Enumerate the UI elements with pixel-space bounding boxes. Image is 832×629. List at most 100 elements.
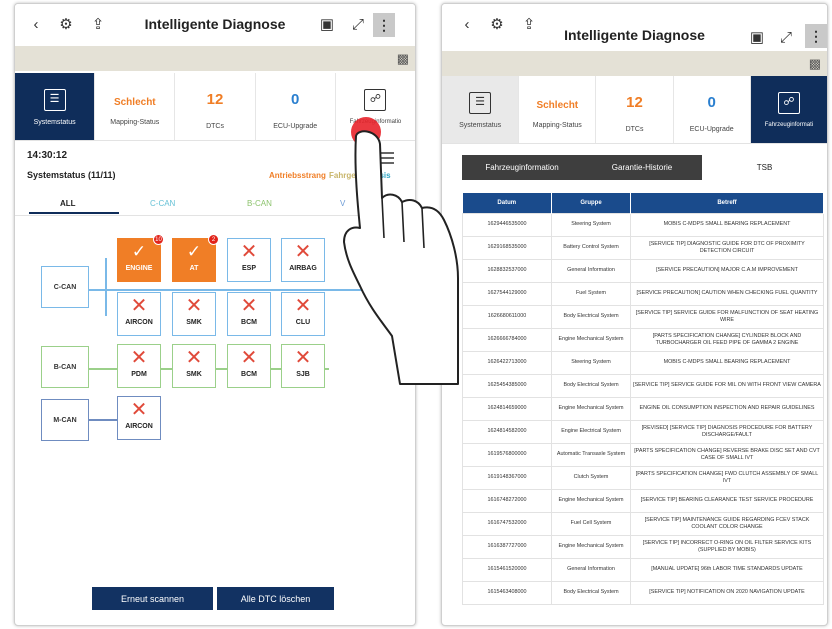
rescan-button[interactable]: Erneut scannen: [92, 587, 213, 610]
checklist-icon: ☰: [469, 92, 492, 114]
tab-v-can[interactable]: V: [340, 199, 345, 208]
checklist-icon: ☰: [43, 89, 66, 111]
bus-c-can: C-CAN: [41, 266, 89, 308]
table-row[interactable]: 1625454385000 Body Electrical System [SERV…: [462, 373, 824, 398]
ecu-smk-b[interactable]: ✕ SMK: [172, 344, 216, 388]
table-row[interactable]: 1624814582000 Engine Electrical System [RE…: [462, 419, 824, 444]
cross-icon: ✕: [130, 399, 148, 421]
tile-systemstatus[interactable]: ☰ Systemstatus: [15, 73, 96, 140]
fullscreen-icon[interactable]: ⤢: [775, 26, 797, 48]
tile-value: 0: [291, 91, 300, 108]
column-header-date[interactable]: Datum: [462, 193, 552, 213]
vehicle-band: ▩: [15, 46, 415, 71]
table-row[interactable]: 1628832537000 General Information [SERVICE…: [462, 258, 824, 283]
table-row[interactable]: 1626680611000 Body Electrical System [SERV…: [462, 304, 824, 329]
tile-label: Fahrzeuginformati: [764, 122, 814, 128]
top-bar: ‹ ⚙ ⇪ Intelligente Diagnose ▣ ⤢ ⋮: [442, 4, 827, 48]
tile-dtcs[interactable]: 12 DTCs: [596, 76, 674, 143]
cell-subject: [SERVICE TIP] NOTIFICATION ON 2020 NAVIG…: [630, 580, 824, 605]
tab-all[interactable]: ALL: [60, 199, 76, 208]
tile-systemstatus[interactable]: ☰ Systemstatus: [442, 76, 520, 143]
tile-value: 12: [626, 94, 643, 111]
cell-subject: [PARTS SPECIFICATION CHANGE] FWD CLUTCH …: [630, 465, 824, 490]
ecu-pdm[interactable]: ✕ PDM: [117, 344, 161, 388]
vin-icon[interactable]: ▣: [746, 26, 768, 48]
cell-subject: ENGINE OIL CONSUMPTION INSPECTION AND RE…: [630, 396, 824, 421]
tile-vehicle-info[interactable]: ☍ Fahrzeuginformatio: [335, 73, 415, 140]
column-header-subject[interactable]: Betreff: [630, 193, 824, 213]
cell-subject: [SERVICE PRECAUTION] CAUTION WHEN CHECKI…: [630, 281, 824, 306]
tile-ecu-upgrade[interactable]: 0 ECU-Upgrade: [255, 73, 336, 140]
table-header-row: Datum Gruppe Betreff: [462, 193, 824, 213]
ecu-sjb[interactable]: ✕ SJB: [281, 344, 325, 388]
cell-group: Clutch System: [551, 465, 631, 490]
cell-subject: MOBIS C-MDPS SMALL BEARING REPLACEMENT: [630, 350, 824, 375]
car-info-icon: ☍: [777, 92, 800, 114]
more-menu-icon[interactable]: ⋮: [805, 24, 827, 48]
page-title: Intelligente Diagnose: [564, 27, 705, 43]
ecu-bcm-b[interactable]: ✕ BCM: [227, 344, 271, 388]
ecu-label: ESP: [241, 265, 256, 272]
tab-warranty-history[interactable]: Garantie-Historie: [582, 155, 702, 180]
table-row[interactable]: 1615463408000 Body Electrical System [SERV…: [462, 580, 824, 605]
filter-drivetrain[interactable]: Antriebsstrang: [269, 171, 326, 180]
table-body: 1629446535000 Steering System MOBIS C-MDPS…: [462, 212, 824, 605]
cell-subject: [SERVICE TIP] SERVICE GUIDE FOR MIL ON W…: [630, 373, 824, 398]
cell-date: 1629168535000: [462, 235, 552, 260]
tab-tsb[interactable]: TSB: [702, 155, 827, 180]
tabs-spacer: [442, 155, 462, 180]
c-can-vline: [105, 258, 107, 316]
more-menu-icon[interactable]: ⋮: [373, 13, 395, 37]
table-row[interactable]: 1619148367000 Clutch System [PARTS SPECIFI…: [462, 465, 824, 490]
list-view-icon[interactable]: [381, 152, 394, 164]
tile-mapping-status[interactable]: Schlecht Mapping-Status: [95, 73, 176, 140]
cell-group: Steering System: [551, 350, 631, 375]
table-row[interactable]: 1616747532000 Fuel Cell System [SERVICE TI…: [462, 511, 824, 536]
table-row[interactable]: 1627544129000 Fuel System [SERVICE PRECAUT…: [462, 281, 824, 306]
ecu-bcm[interactable]: ✕ BCM: [227, 292, 271, 336]
column-header-group[interactable]: Gruppe: [551, 193, 631, 213]
ecu-esp[interactable]: ✕ ESP: [227, 238, 271, 282]
fullscreen-icon[interactable]: ⤢: [347, 13, 369, 35]
tile-label: DTCs: [206, 123, 224, 130]
summary-tiles: ☰ Systemstatus Schlecht Mapping-Status 1…: [442, 76, 827, 144]
tile-label: Fahrzeuginformatio: [349, 119, 402, 125]
table-row[interactable]: 1615461520000 General Information [MANUAL …: [462, 557, 824, 582]
cell-group: Battery Control System: [551, 235, 631, 260]
ecu-aircon[interactable]: ✕ AIRCON: [117, 292, 161, 336]
filter-chassis[interactable]: Fahrgest: [329, 171, 363, 180]
tab-vehicle-info[interactable]: Fahrzeuginformation: [462, 155, 582, 180]
tile-value: 0: [707, 94, 716, 111]
vin-icon[interactable]: ▣: [316, 13, 338, 35]
tile-dtcs[interactable]: 12 DTCs: [175, 73, 256, 140]
bus-b-can: B-CAN: [41, 346, 89, 388]
ecu-aircon-m[interactable]: ✕ AIRCON: [117, 396, 161, 440]
cross-icon: ✕: [294, 295, 312, 317]
table-row[interactable]: 1629168535000 Battery Control System [SERV…: [462, 235, 824, 260]
table-row[interactable]: 1626422713000 Steering System MOBIS C-MDPS…: [462, 350, 824, 375]
ecu-smk[interactable]: ✕ SMK: [172, 292, 216, 336]
tile-mapping-status[interactable]: Schlecht Mapping-Status: [519, 76, 597, 143]
ecu-clu[interactable]: ✕ CLU: [281, 292, 325, 336]
cell-group: Engine Electrical System: [551, 419, 631, 444]
tile-vehicle-info[interactable]: ☍ Fahrzeuginformati: [750, 76, 827, 143]
filter-chassis-suffix[interactable]: ssis: [375, 171, 391, 180]
ecu-engine[interactable]: 10 ✓ ENGINE: [117, 234, 164, 282]
tab-b-can[interactable]: B-CAN: [247, 199, 272, 208]
table-row[interactable]: 1616387727000 Engine Mechanical System [SE…: [462, 534, 824, 559]
clear-all-dtc-button[interactable]: Alle DTC löschen: [217, 587, 334, 610]
tile-label: Mapping-Status: [532, 122, 582, 129]
tile-ecu-upgrade[interactable]: 0 ECU-Upgrade: [673, 76, 751, 143]
table-row[interactable]: 1616748272000 Engine Mechanical System [SE…: [462, 488, 824, 513]
table-row[interactable]: 1619576800000 Automatic Transaxle System[…: [462, 442, 824, 467]
cell-subject: [MANUAL UPDATE] 96th LABOR TIME STANDARD…: [630, 557, 824, 582]
table-row[interactable]: 1629446535000 Steering System MOBIS C-MDPS…: [462, 212, 824, 237]
ecu-airbag[interactable]: ✕ AIRBAG: [281, 238, 325, 282]
tab-c-can[interactable]: C-CAN: [150, 199, 175, 208]
active-tab-underline: [29, 212, 119, 214]
cell-subject: [REVISED] [SERVICE TIP] DIAGNOSIS PROCED…: [630, 419, 824, 444]
table-row[interactable]: 1624814659000 Engine Mechanical System ENG…: [462, 396, 824, 421]
ecu-at[interactable]: 2 ✓ AT: [172, 234, 219, 282]
cell-group: Body Electrical System: [551, 580, 631, 605]
table-row[interactable]: 1626666784000 Engine Mechanical System [PA…: [462, 327, 824, 352]
